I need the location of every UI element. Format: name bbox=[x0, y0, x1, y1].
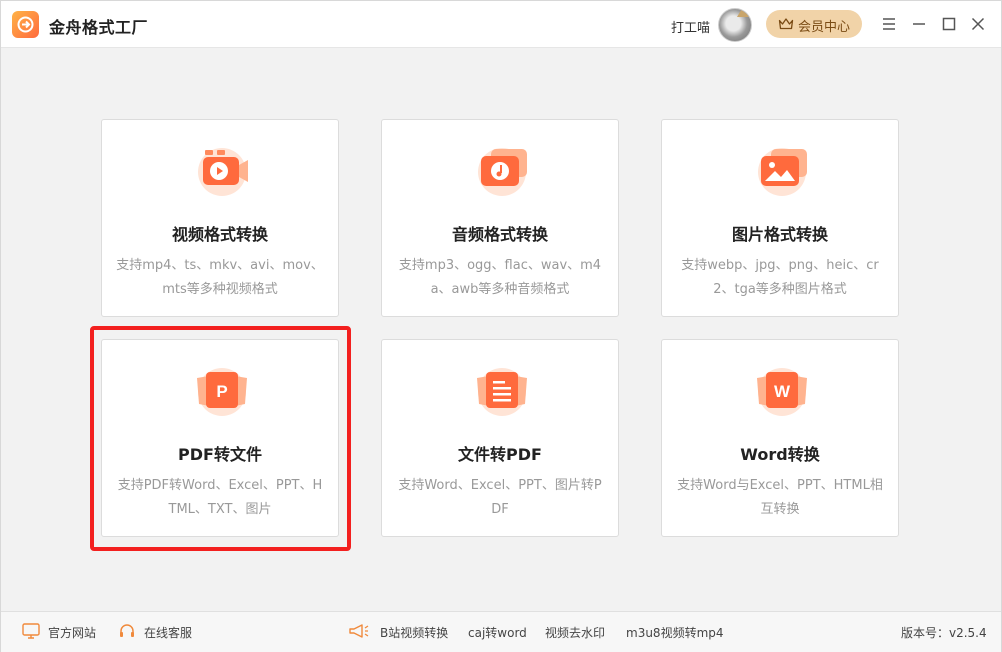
video-icon bbox=[198, 148, 248, 196]
card-title: 视频格式转换 bbox=[171, 225, 268, 244]
audio-icon bbox=[478, 148, 527, 196]
card-word-convert[interactable]: W Word转换 支持Word与Excel、PPT、HTML相互转换 bbox=[661, 339, 899, 537]
card-desc: 支持mp3、ogg、flac、wav、m4a、awb等多种音频格式 bbox=[398, 258, 602, 297]
card-image-convert[interactable]: 图片格式转换 支持webp、jpg、png、heic、cr2、tga等多种图片格… bbox=[661, 119, 899, 317]
card-title: Word转换 bbox=[740, 445, 820, 464]
avatar[interactable] bbox=[718, 8, 752, 42]
card-desc: 支持Word、Excel、PPT、图片转PDF bbox=[398, 478, 602, 517]
username[interactable]: 打工喵 bbox=[671, 17, 710, 36]
title-bar: 金舟格式工厂 打工喵 会员中心 bbox=[1, 1, 1001, 48]
link-bilibili-convert[interactable]: B站视频转换 bbox=[380, 624, 448, 641]
word-icon: W bbox=[757, 368, 807, 416]
app-title: 金舟格式工厂 bbox=[49, 18, 149, 37]
card-desc: 支持mp4、ts、mkv、avi、mov、mts等多种视频格式 bbox=[116, 258, 324, 297]
document-icon bbox=[477, 368, 527, 416]
card-title: 音频格式转换 bbox=[451, 225, 548, 244]
headset-icon bbox=[120, 624, 134, 637]
card-desc: 支持Word与Excel、PPT、HTML相互转换 bbox=[677, 478, 883, 517]
website-icon bbox=[22, 623, 40, 639]
minimize-icon[interactable] bbox=[908, 13, 930, 35]
vip-center-button[interactable]: 会员中心 bbox=[766, 10, 862, 38]
crown-icon bbox=[778, 18, 794, 30]
image-icon bbox=[758, 148, 807, 196]
selection-highlight bbox=[90, 326, 351, 551]
maximize-icon[interactable] bbox=[938, 13, 960, 35]
app-logo-icon bbox=[12, 11, 39, 38]
link-remove-watermark[interactable]: 视频去水印 bbox=[545, 624, 605, 641]
card-desc: 支持webp、jpg、png、heic、cr2、tga等多种图片格式 bbox=[681, 258, 879, 297]
version-label: 版本号：v2.5.4 bbox=[901, 626, 987, 640]
card-file-to-pdf[interactable]: 文件转PDF 支持Word、Excel、PPT、图片转PDF bbox=[381, 339, 619, 537]
close-icon[interactable] bbox=[967, 13, 989, 35]
link-caj-to-word[interactable]: caj转word bbox=[468, 624, 527, 641]
app-window: 金舟格式工厂 打工喵 会员中心 视频格式转换 支持mp4、ts、mkv、avi、… bbox=[0, 0, 1002, 652]
link-m3u8-to-mp4[interactable]: m3u8视频转mp4 bbox=[626, 624, 724, 641]
card-video-convert[interactable]: 视频格式转换 支持mp4、ts、mkv、avi、mov、mts等多种视频格式 bbox=[101, 119, 339, 317]
official-website-link[interactable]: 官方网站 bbox=[48, 624, 96, 641]
bottom-bar: 官方网站 在线客服 B站视频转换 caj转word 视频去水印 m3u8视频转m… bbox=[1, 611, 1001, 652]
megaphone-icon bbox=[349, 624, 369, 638]
card-title: 图片格式转换 bbox=[731, 225, 828, 244]
vip-center-label: 会员中心 bbox=[798, 20, 851, 35]
menu-icon[interactable] bbox=[878, 13, 900, 35]
card-title: 文件转PDF bbox=[458, 445, 542, 464]
card-audio-convert[interactable]: 音频格式转换 支持mp3、ogg、flac、wav、m4a、awb等多种音频格式 bbox=[381, 119, 619, 317]
online-support-link[interactable]: 在线客服 bbox=[144, 624, 192, 641]
svg-text:W: W bbox=[774, 382, 791, 401]
